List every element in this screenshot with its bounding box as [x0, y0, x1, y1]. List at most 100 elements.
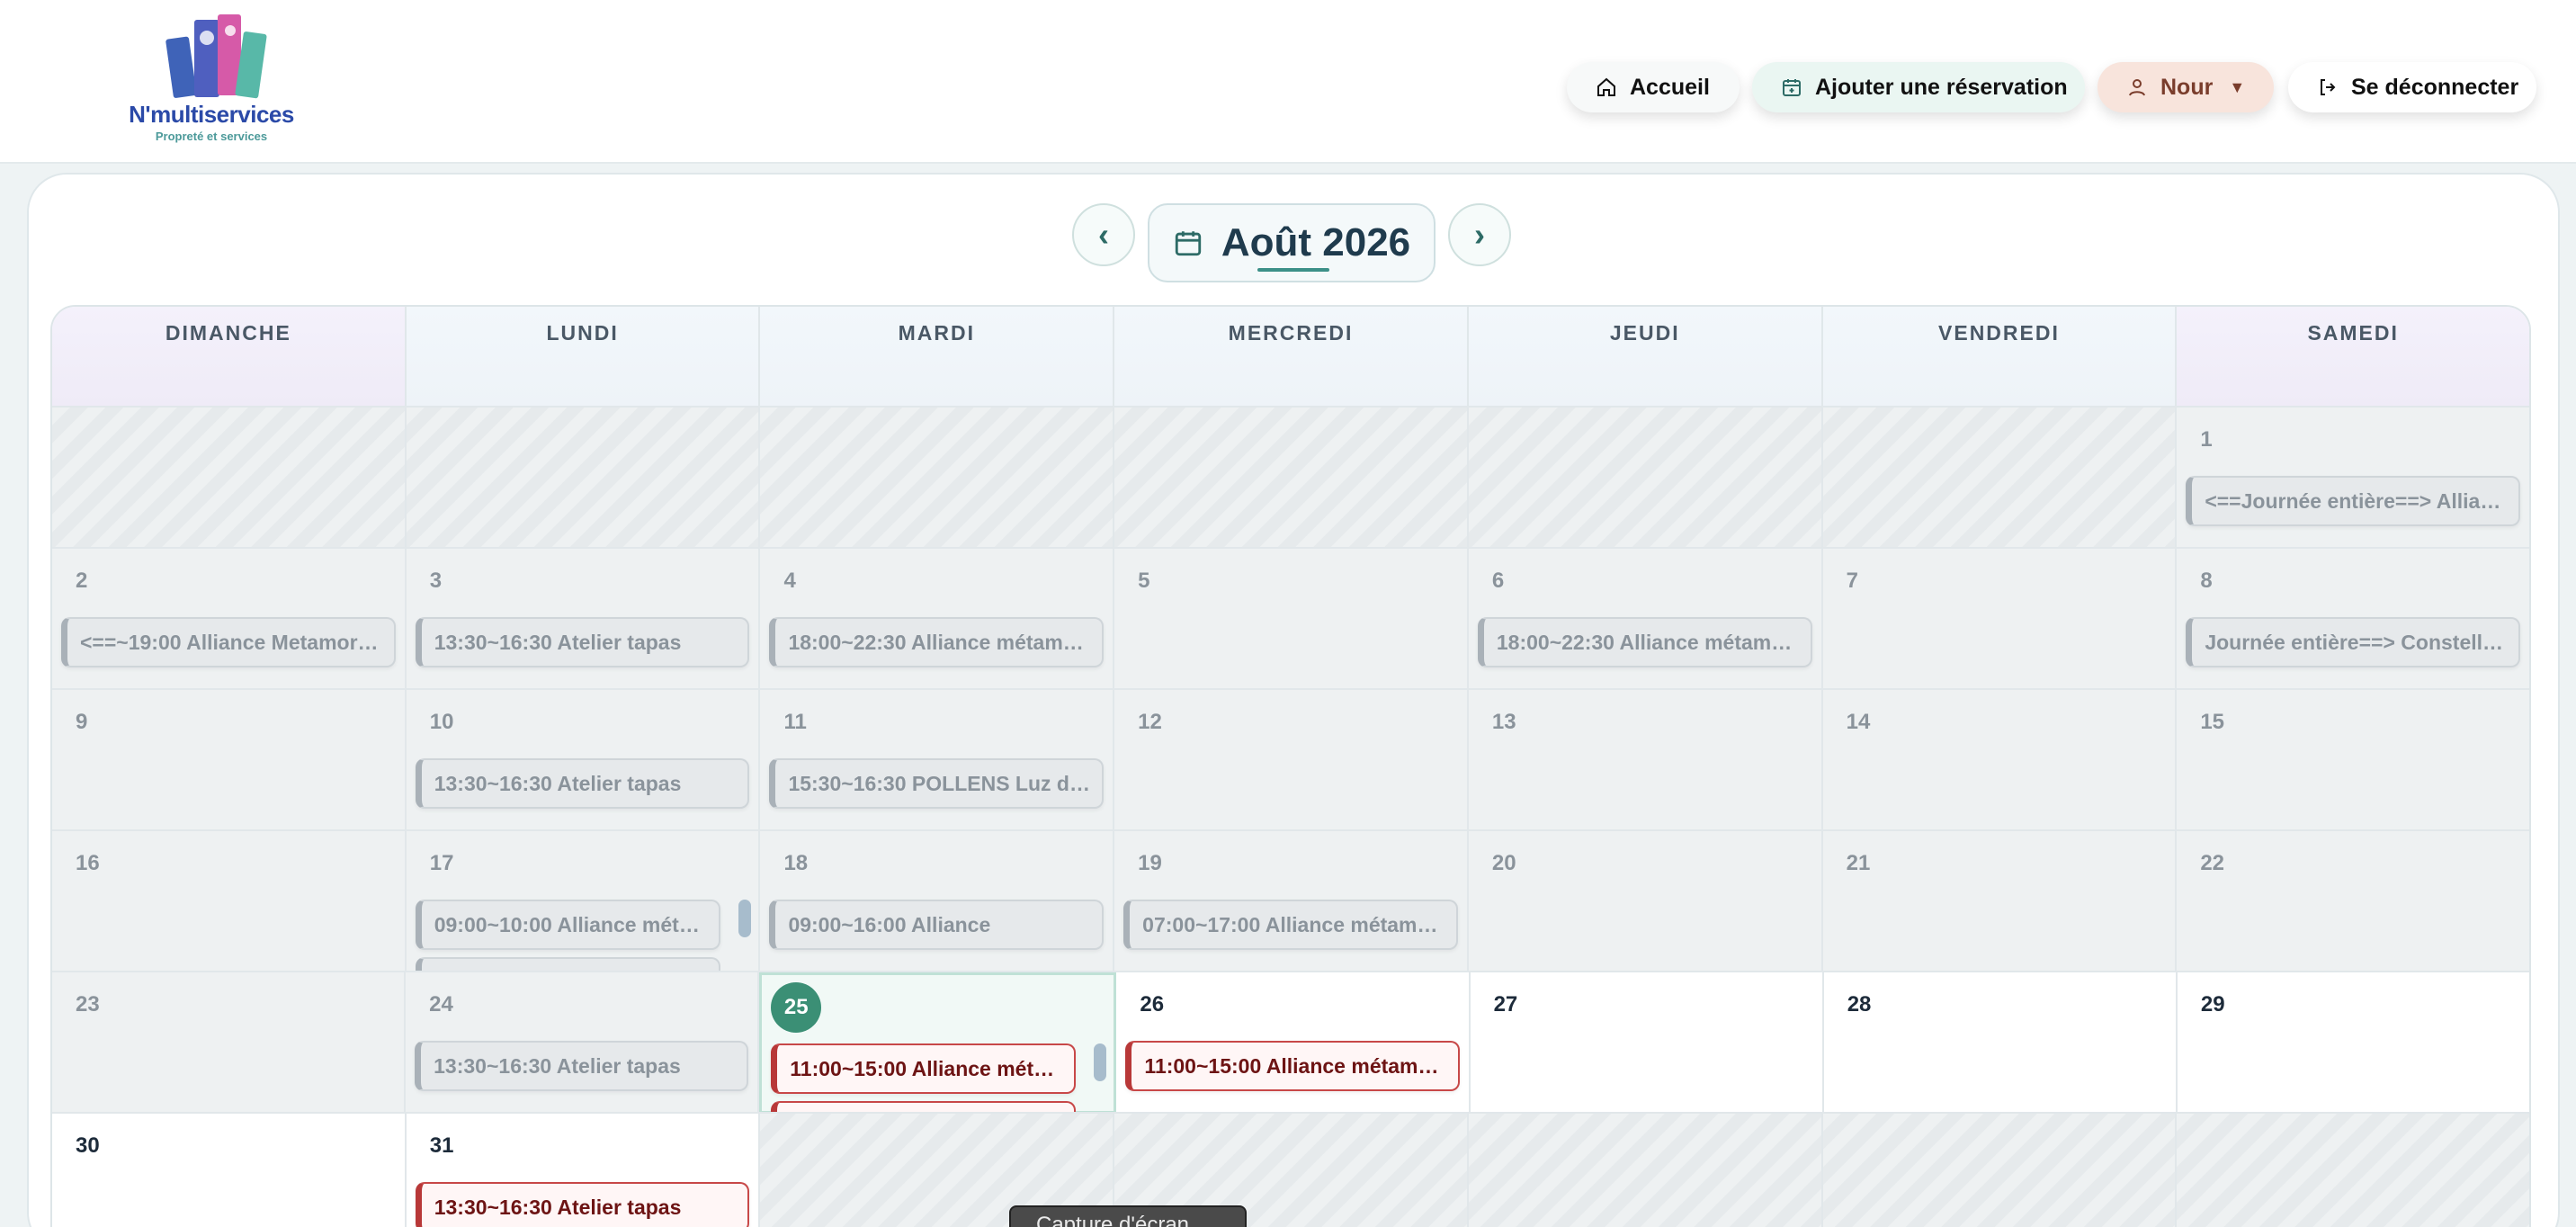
day-number: 12 — [1138, 710, 1162, 734]
day-cell[interactable]: 6 18:00~22:30 Alliance métamorphose — [1468, 549, 1823, 690]
day-cell[interactable]: 15 — [2177, 690, 2529, 831]
day-cell[interactable]: 27 — [1470, 972, 1824, 1114]
event-chip[interactable]: <==~19:00 Alliance Metamorphose — [61, 617, 396, 667]
weekday-friday: VENDREDI — [1822, 307, 2178, 406]
event-label: 13:30~16:30 Atelier tapas — [434, 1053, 681, 1078]
event-chip[interactable]: 09:00~16:00 Alliance — [769, 900, 1105, 950]
add-reservation-button[interactable]: Ajouter une réservation — [1752, 62, 2085, 112]
event-chip[interactable]: 15:30~16:30 POLLENS Luz de Luna — [769, 758, 1105, 809]
brand-name: N'multiservices — [129, 101, 294, 128]
event-chip[interactable]: 13:30~16:30 Atelier tapas — [415, 1041, 749, 1091]
day-cell[interactable]: 31 13:30~16:30 Atelier tapas — [406, 1114, 761, 1227]
event-chip[interactable]: 07:00~17:00 Alliance métamorphose — [1123, 900, 1458, 950]
event-chip[interactable]: 18:00~22:30 Alliance métamorphose — [769, 617, 1105, 667]
calendar-icon — [1175, 231, 1202, 256]
event-chip[interactable]: Journée entière==> Constellation — [2186, 617, 2521, 667]
day-cell[interactable]: 29 — [2177, 972, 2529, 1114]
day-cell — [2177, 1114, 2529, 1227]
event-label: <==Journée entière==> Alliance Metamorph… — [2205, 488, 2510, 513]
event-label: 13:30~16:30 Atelier tapas — [434, 771, 682, 795]
calendar-weeks: 1 <==Journée entière==> Alliance Metamorp… — [52, 406, 2529, 1227]
prev-month-button[interactable]: ‹ — [1072, 203, 1135, 266]
day-number: 17 — [429, 851, 454, 875]
brand-logo[interactable]: N'multiservices Propreté et services — [117, 11, 306, 146]
day-number: 14 — [1846, 710, 1871, 734]
weekday-wednesday: MERCREDI — [1114, 307, 1469, 406]
day-number: 23 — [76, 992, 100, 1017]
day-cell[interactable]: 13 — [1468, 690, 1823, 831]
event-label: 15:30~16:30 POLLENS Luz de Luna — [788, 771, 1093, 795]
event-chip[interactable]: 11:00~15:00 Alliance métamorphose — [771, 1043, 1077, 1094]
day-cell[interactable]: 21 — [1822, 831, 2178, 972]
calendar-week: 30 31 13:30~16:30 Atelier tapas — [52, 1112, 2529, 1227]
day-number: 27 — [1493, 992, 1518, 1017]
day-cell[interactable]: 9 — [52, 690, 407, 831]
day-cell[interactable]: 17 09:00~10:00 Alliance métamorphose — [406, 831, 761, 984]
logout-button[interactable]: Se déconnecter — [2288, 62, 2536, 112]
weekday-tuesday: MARDI — [760, 307, 1115, 406]
day-cell[interactable]: 20 — [1468, 831, 1823, 972]
day-cell[interactable]: 10 13:30~16:30 Atelier tapas — [406, 690, 761, 831]
calendar-week: 9 10 13:30~16:30 Atelier tapas 11 15:30~16:3… — [52, 688, 2529, 831]
day-cell[interactable]: 5 — [1114, 549, 1469, 690]
weekday-sunday: DIMANCHE — [52, 307, 407, 406]
day-cell[interactable]: 30 — [52, 1114, 407, 1227]
day-cell — [52, 408, 407, 549]
user-name: Nour — [2160, 74, 2214, 100]
day-cell[interactable]: 19 07:00~17:00 Alliance métamorphose — [1114, 831, 1469, 972]
day-cell[interactable]: 4 18:00~22:30 Alliance métamorphose — [760, 549, 1115, 690]
home-button[interactable]: Accueil — [1567, 62, 1740, 112]
day-cell[interactable]: 7 — [1822, 549, 2178, 690]
day-cell[interactable]: 2 <==~19:00 Alliance Metamorphose — [52, 549, 407, 690]
day-number: 30 — [76, 1133, 100, 1158]
day-cell[interactable]: 26 11:00~15:00 Alliance métamorphose — [1116, 972, 1471, 1114]
day-cell[interactable]: 14 — [1822, 690, 2178, 831]
event-chip[interactable]: 18:00~22:30 Alliance métamorphose — [1477, 617, 1812, 667]
event-label: 13:30~16:30 Atelier tapas — [434, 630, 682, 654]
event-chip[interactable]: 13:30~16:30 Atelier tapas — [415, 1182, 750, 1227]
event-label: 11:00~15:00 Alliance métamorphose — [1144, 1053, 1448, 1078]
day-cell — [1822, 408, 2178, 549]
month-title: Août 2026 — [1221, 220, 1411, 264]
day-cell[interactable]: 24 13:30~16:30 Atelier tapas — [406, 972, 760, 1114]
day-cell — [406, 408, 761, 549]
event-chip[interactable]: 11:00~15:00 Alliance métamorphose — [1125, 1041, 1460, 1091]
day-number: 1 — [2200, 427, 2213, 452]
day-cell[interactable]: 25 11:00~15:00 Alliance métamorphose — [759, 972, 1117, 1128]
day-cell[interactable]: 28 — [1823, 972, 2178, 1114]
day-number: 29 — [2200, 992, 2225, 1017]
month-navigation: ‹ Août 2026 › — [0, 203, 2576, 284]
day-number: 5 — [1138, 569, 1150, 593]
day-cell — [1468, 1114, 1823, 1227]
day-number: 9 — [76, 710, 88, 734]
day-cell[interactable]: 12 — [1114, 690, 1469, 831]
calendar-grid: DIMANCHE LUNDI MARDI MERCREDI JEUDI VEND… — [50, 305, 2531, 1227]
event-chip[interactable]: 13:30~16:30 Atelier tapas — [415, 758, 750, 809]
calendar-week: 1 <==Journée entière==> Alliance Metamorp… — [52, 406, 2529, 549]
month-display[interactable]: Août 2026 — [1148, 203, 1436, 282]
day-cell[interactable]: 3 13:30~16:30 Atelier tapas — [406, 549, 761, 690]
event-chip[interactable]: 13:30~16:30 Atelier tapas — [415, 617, 750, 667]
day-cell[interactable]: 22 — [2177, 831, 2529, 972]
day-cell[interactable]: 8 Journée entière==> Constellation — [2177, 549, 2529, 690]
day-number: 24 — [429, 992, 453, 1017]
top-header: N'multiservices Propreté et services Acc… — [0, 0, 2576, 164]
calendar-week: 23 24 13:30~16:30 Atelier tapas 25 11:00~15:… — [52, 971, 2529, 1128]
day-cell[interactable]: 16 — [52, 831, 407, 972]
event-label: 18:00~22:30 Alliance métamorphose — [1496, 630, 1802, 654]
day-number: 28 — [1847, 992, 1872, 1017]
today-badge: 25 — [771, 982, 822, 1033]
next-month-button[interactable]: › — [1448, 203, 1511, 266]
day-cell[interactable]: 23 — [52, 972, 407, 1114]
event-label: 09:00~16:00 Alliance — [788, 912, 991, 936]
logout-label: Se déconnecter — [2351, 74, 2519, 100]
event-chip[interactable]: 09:00~10:00 Alliance métamorphose — [415, 900, 721, 950]
cell-scrollbar[interactable] — [1094, 1043, 1107, 1081]
event-label: 18:00~22:30 Alliance métamorphose — [788, 630, 1093, 654]
event-chip[interactable]: <==Journée entière==> Alliance Metamorph… — [2186, 476, 2521, 526]
day-cell[interactable]: 11 15:30~16:30 POLLENS Luz de Luna — [760, 690, 1115, 831]
user-menu-button[interactable]: Nour ▼ — [2097, 62, 2274, 112]
cell-scrollbar[interactable] — [738, 900, 752, 937]
day-cell[interactable]: 1 <==Journée entière==> Alliance Metamorp… — [2177, 408, 2529, 549]
day-cell[interactable]: 18 09:00~16:00 Alliance — [760, 831, 1115, 972]
